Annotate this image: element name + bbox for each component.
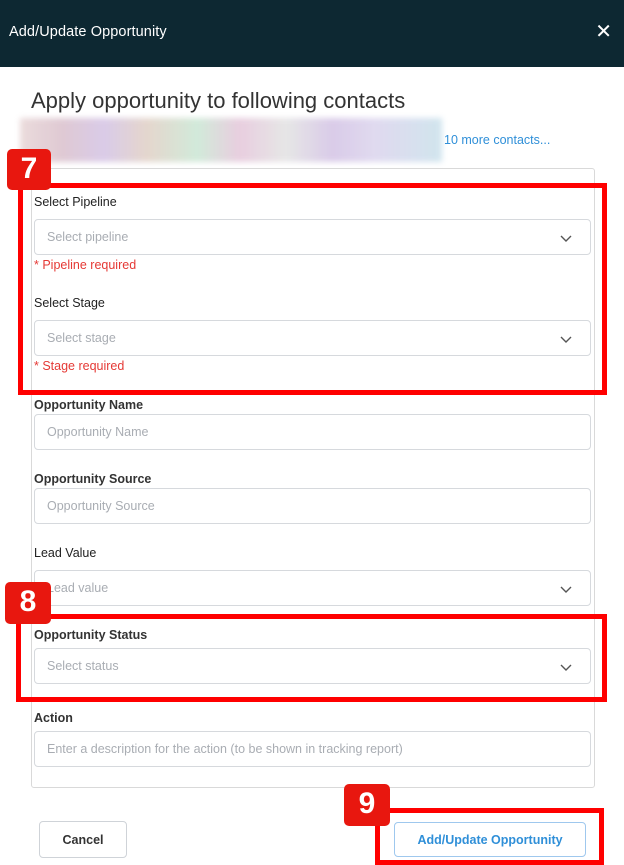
close-icon[interactable]: ✕ (595, 20, 612, 44)
highlight-box-pipeline-stage (18, 183, 607, 395)
opportunity-name-input[interactable]: Opportunity Name (34, 414, 591, 450)
chevron-down-icon (560, 586, 572, 593)
contact-avatars-strip (20, 118, 442, 162)
annotation-badge-8: 8 (5, 582, 51, 624)
action-input[interactable]: Enter a description for the action (to b… (34, 731, 591, 767)
action-label: Action (34, 711, 73, 725)
lead-value-label: Lead Value (34, 546, 97, 560)
more-contacts-link[interactable]: 10 more contacts... (444, 133, 550, 147)
opportunity-source-label: Opportunity Source (34, 472, 152, 486)
cancel-button[interactable]: Cancel (39, 821, 127, 858)
opportunity-source-input[interactable]: Opportunity Source (34, 488, 591, 524)
annotation-badge-7: 7 (7, 149, 51, 190)
opportunity-source-placeholder: Opportunity Source (47, 499, 155, 513)
annotation-badge-9: 9 (344, 784, 390, 826)
lead-value-placeholder: Lead value (47, 581, 109, 595)
dialog-header: Add/Update Opportunity ✕ (0, 0, 624, 67)
action-placeholder: Enter a description for the action (to b… (47, 742, 403, 756)
dialog-title: Add/Update Opportunity (9, 24, 167, 40)
opportunity-name-placeholder: Opportunity Name (47, 425, 149, 439)
contacts-heading: Apply opportunity to following contacts (31, 88, 406, 113)
opportunity-name-label: Opportunity Name (34, 398, 144, 412)
lead-value-select[interactable]: Lead value (34, 570, 591, 606)
highlight-box-status (16, 614, 607, 702)
highlight-box-submit (375, 808, 604, 865)
